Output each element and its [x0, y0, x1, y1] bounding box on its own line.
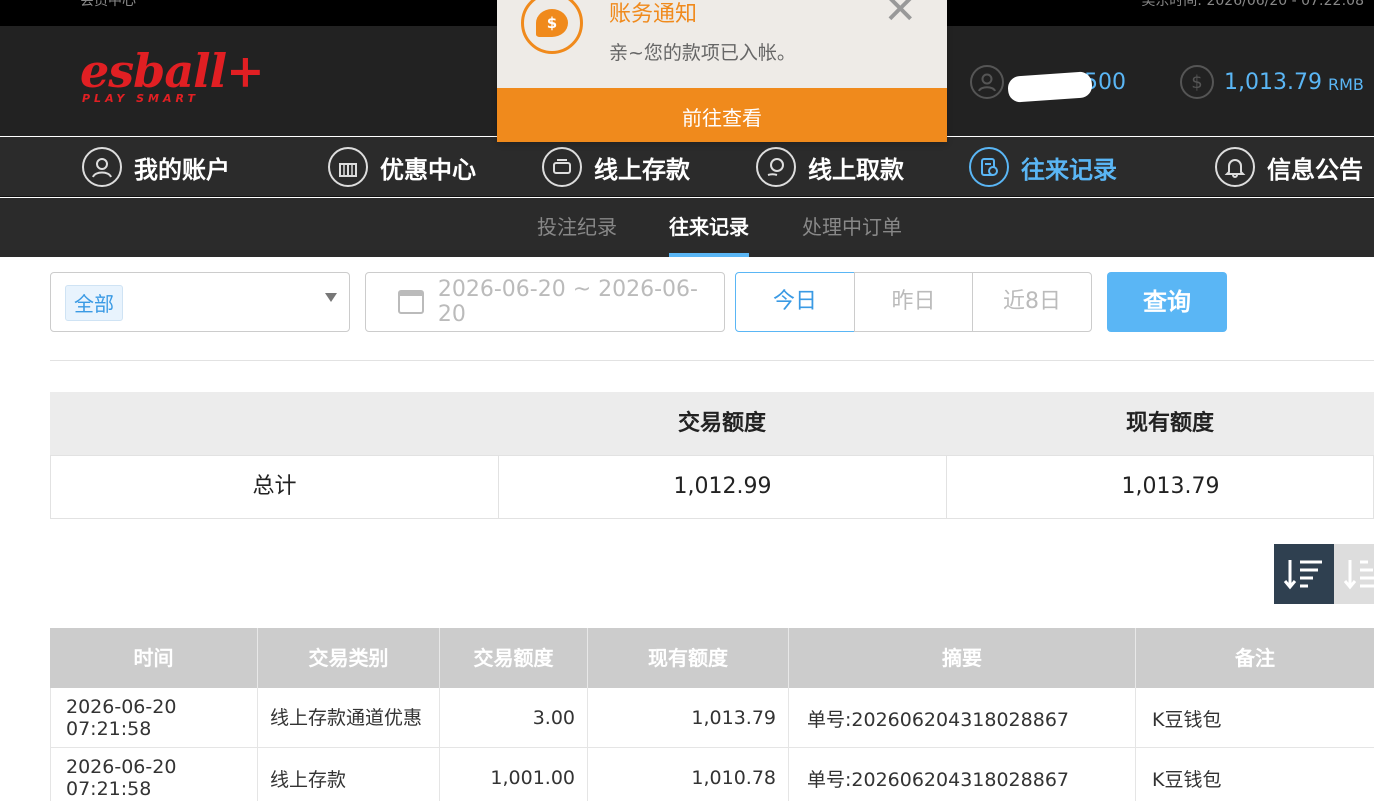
records-table-header: 时间 交易类别 交易额度 现有额度 摘要 备注 — [50, 628, 1374, 688]
divider — [50, 360, 1374, 361]
balance-amount: 1,013.79 — [1224, 69, 1322, 95]
cell-trade-amount: 1,001.00 — [440, 748, 588, 801]
toast-message: 亲~您的款项已入帐。 — [609, 42, 796, 64]
balance-info[interactable]: $ 1,013.79 RMB — [1180, 64, 1364, 100]
withdraw-icon — [756, 147, 796, 187]
quick-today-button[interactable]: 今日 — [735, 272, 855, 332]
caret-down-icon — [325, 293, 337, 302]
summary-header: 交易额度 现有额度 — [50, 392, 1374, 455]
nav-label: 信息公告 — [1267, 155, 1363, 184]
cell-current-amount: 1,010.78 — [588, 748, 789, 801]
nav-label: 往来记录 — [1021, 155, 1117, 184]
cell-time: 2026-06-20 07:21:58 — [50, 688, 258, 748]
toast-title: 账务通知 — [609, 2, 698, 27]
nav-my-account[interactable]: 我的账户 — [82, 147, 230, 187]
tab-pending-orders[interactable]: 处理中订单 — [802, 198, 902, 257]
cell-remarks: K豆钱包 — [1152, 768, 1222, 791]
sort-descending-button[interactable] — [1274, 544, 1334, 604]
gift-icon — [328, 147, 368, 187]
bell-icon — [1215, 147, 1255, 187]
quick-last-8-days-button[interactable]: 近8日 — [972, 272, 1092, 332]
table-row: 2026-06-20 07:21:58 线上存款通道优惠 3.00 1,013.… — [50, 688, 1374, 748]
user-icon — [82, 147, 122, 187]
tab-transaction-records[interactable]: 往来记录 — [669, 198, 749, 257]
tab-bet-records[interactable]: 投注纪录 — [537, 198, 617, 257]
nav-withdraw[interactable]: 线上取款 — [756, 147, 904, 187]
column-header-summary: 摘要 — [789, 628, 1136, 688]
quick-yesterday-button[interactable]: 昨日 — [854, 272, 973, 332]
summary-total-row: 总计 1,012.99 1,013.79 — [50, 455, 1374, 519]
nav-label: 线上取款 — [808, 155, 904, 184]
member-center-label: 会员中心 — [80, 0, 136, 9]
column-header-remarks: 备注 — [1235, 646, 1275, 670]
cell-trade-amount: 3.00 — [440, 688, 588, 748]
records-icon — [969, 147, 1009, 187]
summary-header-current: 现有额度 — [1125, 411, 1214, 436]
cell-type: 线上存款 — [258, 748, 440, 801]
main-nav: 我的账户 优惠中心 线上存款 线上取款 往来记录 信息公告 — [0, 137, 1374, 197]
sort-ascending-button[interactable] — [1334, 544, 1374, 604]
table-row: 2026-06-20 07:21:58 线上存款 1,001.00 1,010.… — [50, 748, 1374, 801]
column-header-trade-amount: 交易额度 — [440, 628, 588, 688]
transaction-type-select[interactable]: 全部 — [50, 272, 350, 332]
account-notification-toast: $ 账务通知 亲~您的款项已入帐。 ✕ 前往查看 — [497, 0, 947, 142]
dollar-icon: $ — [1180, 65, 1214, 99]
cell-time: 2026-06-20 07:21:58 — [50, 748, 258, 801]
server-time: 美东时间: 2026/06/20 - 07:22:08 — [1141, 0, 1364, 9]
username: 500 — [1007, 70, 1126, 103]
cell-remarks: K豆钱包 — [1152, 708, 1222, 731]
esball-logo[interactable]: esball+ PLAY SMART — [80, 44, 265, 116]
money-chat-icon: $ — [521, 0, 583, 54]
cell-type: 线上存款通道优惠 — [258, 688, 440, 748]
date-range-picker[interactable]: 2026-06-20 ~ 2026-06-20 — [365, 272, 725, 332]
nav-label: 我的账户 — [134, 155, 230, 184]
cell-summary: 单号:202606204318028867 — [789, 748, 1136, 801]
query-button[interactable]: 查询 — [1107, 272, 1227, 332]
cell-summary: 单号:202606204318028867 — [789, 688, 1136, 748]
nav-transaction-records[interactable]: 往来记录 — [969, 147, 1117, 187]
balance-currency: RMB — [1327, 74, 1364, 94]
nav-promotions[interactable]: 优惠中心 — [328, 147, 476, 187]
summary-current-total: 1,013.79 — [1121, 474, 1220, 499]
nav-label: 线上存款 — [594, 155, 690, 184]
sort-desc-icon — [1283, 560, 1322, 590]
deposit-icon — [542, 147, 582, 187]
summary-trade-total: 1,012.99 — [673, 474, 772, 499]
nav-label: 优惠中心 — [380, 155, 476, 184]
calendar-icon — [398, 290, 424, 314]
selected-type-chip[interactable]: 全部 — [65, 285, 123, 321]
money-bubble: $ — [536, 9, 568, 37]
column-header-type: 交易类别 — [258, 628, 440, 688]
records-table: 时间 交易类别 交易额度 现有额度 摘要 备注 2026-06-20 07:21… — [50, 628, 1374, 801]
close-icon[interactable]: ✕ — [883, 0, 917, 30]
username-redaction — [1007, 70, 1093, 103]
column-header-current-amount: 现有额度 — [588, 628, 789, 688]
cell-current-amount: 1,013.79 — [588, 688, 789, 748]
sub-nav: 投注纪录 往来记录 处理中订单 — [0, 198, 1374, 257]
column-header-time: 时间 — [50, 628, 258, 688]
logo-wordmark: esball+ — [80, 44, 265, 98]
go-view-button[interactable]: 前往查看 — [497, 88, 947, 142]
user-info[interactable]: 500 — [970, 64, 1126, 103]
date-range-value: 2026-06-20 ~ 2026-06-20 — [437, 277, 698, 327]
summary-header-trade: 交易额度 — [677, 411, 766, 436]
nav-announcements[interactable]: 信息公告 — [1215, 147, 1363, 187]
nav-deposit[interactable]: 线上存款 — [542, 147, 690, 187]
summary-total-label: 总计 — [252, 474, 297, 499]
user-avatar-icon — [970, 65, 1004, 99]
sort-asc-icon — [1343, 560, 1374, 590]
